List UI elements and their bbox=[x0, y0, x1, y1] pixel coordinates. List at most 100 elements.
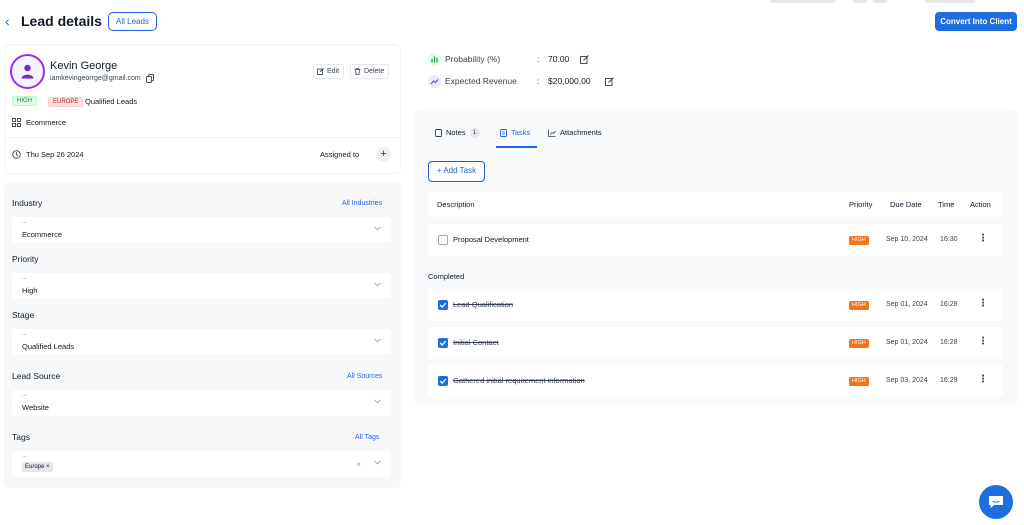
task-description: Initial Contact bbox=[453, 338, 499, 347]
edit-button[interactable]: Edit bbox=[313, 64, 345, 79]
chevron-down-icon bbox=[374, 460, 381, 465]
more-vertical-icon[interactable]: ⋮ bbox=[978, 375, 988, 385]
toolbar-fragment bbox=[853, 0, 867, 3]
priority-select[interactable]: ... High bbox=[12, 273, 391, 299]
more-vertical-icon[interactable]: ⋮ bbox=[978, 234, 988, 244]
task-checkbox-checked[interactable] bbox=[438, 300, 448, 310]
task-due-date: Sep 03, 2024 bbox=[886, 377, 928, 384]
tab-attachments[interactable]: Attachments bbox=[548, 128, 602, 138]
check-icon bbox=[439, 378, 447, 384]
tab-attachments-label: Attachments bbox=[560, 128, 602, 137]
more-vertical-icon[interactable]: ⋮ bbox=[978, 299, 988, 309]
industry-select[interactable]: ... Ecommerce bbox=[12, 217, 391, 243]
notes-count-badge: 1 bbox=[469, 128, 480, 138]
tab-tasks[interactable]: Tasks bbox=[500, 128, 530, 138]
region-badge: EUROPE bbox=[48, 97, 84, 107]
add-assignee-button[interactable]: + bbox=[376, 147, 391, 162]
task-time: 16:28 bbox=[940, 301, 958, 308]
task-description: Gathered initial requirement information bbox=[453, 376, 585, 385]
chat-launcher-button[interactable] bbox=[979, 485, 1013, 519]
tag-chip-europe[interactable]: Europe × bbox=[22, 462, 53, 472]
stage-select[interactable]: ... Qualified Leads bbox=[12, 329, 391, 355]
task-priority-badge: HIGH bbox=[849, 301, 869, 310]
col-time: Time bbox=[938, 200, 955, 209]
task-priority-badge: HIGH bbox=[849, 377, 869, 386]
table-row: Initial Contact HIGH Sep 01, 2024 16:28 … bbox=[428, 327, 1003, 359]
clock-icon bbox=[12, 150, 21, 159]
toolbar-fragment bbox=[925, 0, 975, 3]
toolbar-fragment bbox=[770, 0, 836, 3]
tab-notes-label: Notes bbox=[446, 128, 466, 137]
tasks-table-header: Description Priority Due Date Time Actio… bbox=[428, 192, 1003, 217]
activity-panel bbox=[414, 109, 1018, 405]
task-checkbox-checked[interactable] bbox=[438, 338, 448, 348]
completed-section-label: Completed bbox=[428, 272, 465, 281]
priority-badge: HIGH bbox=[12, 96, 37, 106]
chat-bubble-icon bbox=[989, 496, 1003, 508]
stage-label: Stage bbox=[12, 310, 35, 320]
priority-value: High bbox=[22, 286, 38, 295]
edit-icon bbox=[317, 68, 324, 75]
probability-label: Probability (%) bbox=[445, 54, 501, 64]
trend-up-icon bbox=[428, 75, 441, 88]
col-description: Description bbox=[437, 200, 475, 209]
category-grid-icon bbox=[12, 118, 21, 127]
avatar bbox=[10, 54, 45, 89]
tags-select[interactable]: ... Europe × × bbox=[12, 451, 391, 477]
all-sources-link[interactable]: All Sources bbox=[347, 372, 382, 382]
back-icon[interactable]: ‹ bbox=[5, 13, 10, 29]
task-time: 16:29 bbox=[940, 377, 958, 384]
lead-source-select[interactable]: ... Website bbox=[12, 390, 391, 416]
lead-email: iamkevingeorrge@gmail.com bbox=[50, 75, 141, 82]
industry-label: Industry bbox=[12, 198, 43, 208]
convert-into-client-button[interactable]: Convert Into Client bbox=[935, 12, 1017, 31]
delete-button[interactable]: Delete bbox=[350, 64, 390, 79]
edit-probability-icon[interactable] bbox=[580, 55, 589, 64]
lead-name: Kevin George bbox=[50, 60, 118, 72]
task-due-date: Sep 01, 2024 bbox=[886, 339, 928, 346]
active-tab-indicator bbox=[496, 146, 537, 148]
delete-label: Delete bbox=[364, 68, 385, 75]
stage-value: Qualified Leads bbox=[22, 342, 75, 351]
page-title: Lead details bbox=[21, 13, 102, 29]
check-icon bbox=[439, 340, 447, 346]
chevron-down-icon bbox=[374, 282, 381, 287]
col-priority: Priority bbox=[849, 200, 873, 209]
lead-category: Ecommerce bbox=[26, 118, 67, 127]
task-time: 16:30 bbox=[940, 236, 958, 243]
tab-tasks-label: Tasks bbox=[511, 128, 531, 137]
bar-chart-icon bbox=[428, 53, 441, 66]
stage-hint: ... bbox=[22, 331, 28, 337]
priority-label: Priority bbox=[12, 254, 39, 264]
all-industries-link[interactable]: All Industries bbox=[342, 199, 382, 209]
task-due-date: Sep 01, 2024 bbox=[886, 301, 928, 308]
col-action: Action bbox=[970, 200, 991, 209]
task-time: 16:28 bbox=[940, 339, 958, 346]
revenue-colon: : bbox=[537, 76, 540, 86]
tags-hint: ... bbox=[22, 453, 28, 459]
copy-icon[interactable] bbox=[146, 74, 154, 83]
chart-line-icon bbox=[548, 129, 556, 137]
table-row: Gathered initial requirement information… bbox=[428, 365, 1003, 397]
lead-source-label: Lead Source bbox=[12, 371, 61, 381]
add-task-button[interactable]: + Add Task bbox=[428, 161, 485, 182]
industry-value: Ecommerce bbox=[22, 230, 63, 239]
clear-tags-icon[interactable]: × bbox=[356, 460, 361, 469]
more-vertical-icon[interactable]: ⋮ bbox=[978, 337, 988, 347]
all-leads-button[interactable]: All Leads bbox=[108, 12, 157, 31]
lead-date: Thu Sep 26 2024 bbox=[26, 150, 84, 159]
tasks-icon bbox=[500, 129, 507, 137]
all-tags-link[interactable]: All Tags bbox=[355, 433, 379, 443]
edit-revenue-icon[interactable] bbox=[605, 77, 614, 86]
toolbar-fragment bbox=[873, 0, 887, 3]
task-priority-badge: HIGH bbox=[849, 236, 869, 245]
user-icon bbox=[21, 64, 34, 79]
task-description: Proposal Development bbox=[453, 235, 529, 244]
tab-notes[interactable]: Notes 1 bbox=[435, 128, 480, 138]
priority-hint: ... bbox=[22, 275, 28, 281]
lead-source-hint: ... bbox=[22, 392, 28, 398]
task-checkbox-checked[interactable] bbox=[438, 376, 448, 386]
edit-label: Edit bbox=[327, 68, 340, 75]
expected-revenue-value: $20,000.00 bbox=[548, 76, 591, 86]
task-checkbox[interactable] bbox=[438, 235, 448, 245]
